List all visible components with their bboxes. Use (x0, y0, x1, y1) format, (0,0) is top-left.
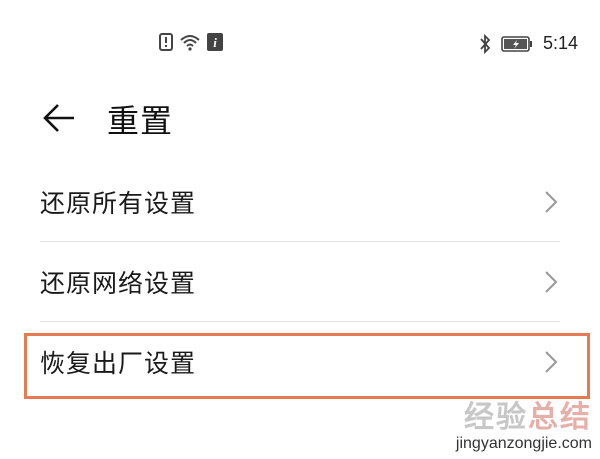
factory-reset-label: 恢复出厂设置 (40, 349, 197, 378)
watermark-title-part2: 总结 (528, 400, 592, 435)
chevron-right-icon (544, 190, 558, 214)
watermark-title: 经验总结 (456, 401, 592, 435)
arrow-left-icon (40, 98, 80, 138)
chevron-right-icon (544, 270, 558, 294)
info-icon: i (207, 33, 223, 51)
chevron-right-icon (544, 350, 558, 374)
status-bar: i 5:14 (0, 0, 600, 90)
status-icons-left: i (159, 33, 223, 51)
factory-reset-item[interactable]: 恢复出厂设置 (0, 322, 600, 402)
wifi-icon (179, 33, 201, 51)
reset-all-settings-item[interactable]: 还原所有设置 (0, 162, 600, 242)
reset-all-settings-label: 还原所有设置 (40, 189, 197, 218)
status-time: 5:14 (542, 33, 578, 53)
watermark-url: jingyanzongjie.com (455, 435, 592, 452)
battery-charging-icon (501, 35, 533, 52)
reset-network-settings-label: 还原网络设置 (40, 269, 197, 298)
settings-list: 还原所有设置 还原网络设置 恢复出厂设置 (0, 162, 600, 402)
page-header: 重置 (0, 90, 600, 150)
notification-alert-icon (159, 33, 173, 51)
reset-network-settings-item[interactable]: 还原网络设置 (0, 242, 600, 322)
bluetooth-icon (479, 33, 491, 54)
page-title: 重置 (107, 102, 174, 140)
back-button[interactable] (40, 98, 80, 138)
watermark-title-part1: 经验 (464, 400, 528, 435)
svg-text:i: i (213, 35, 217, 50)
status-icons-right: 5:14 (479, 33, 578, 54)
watermark: 经验总结 jingyanzongjie.com (456, 401, 592, 453)
